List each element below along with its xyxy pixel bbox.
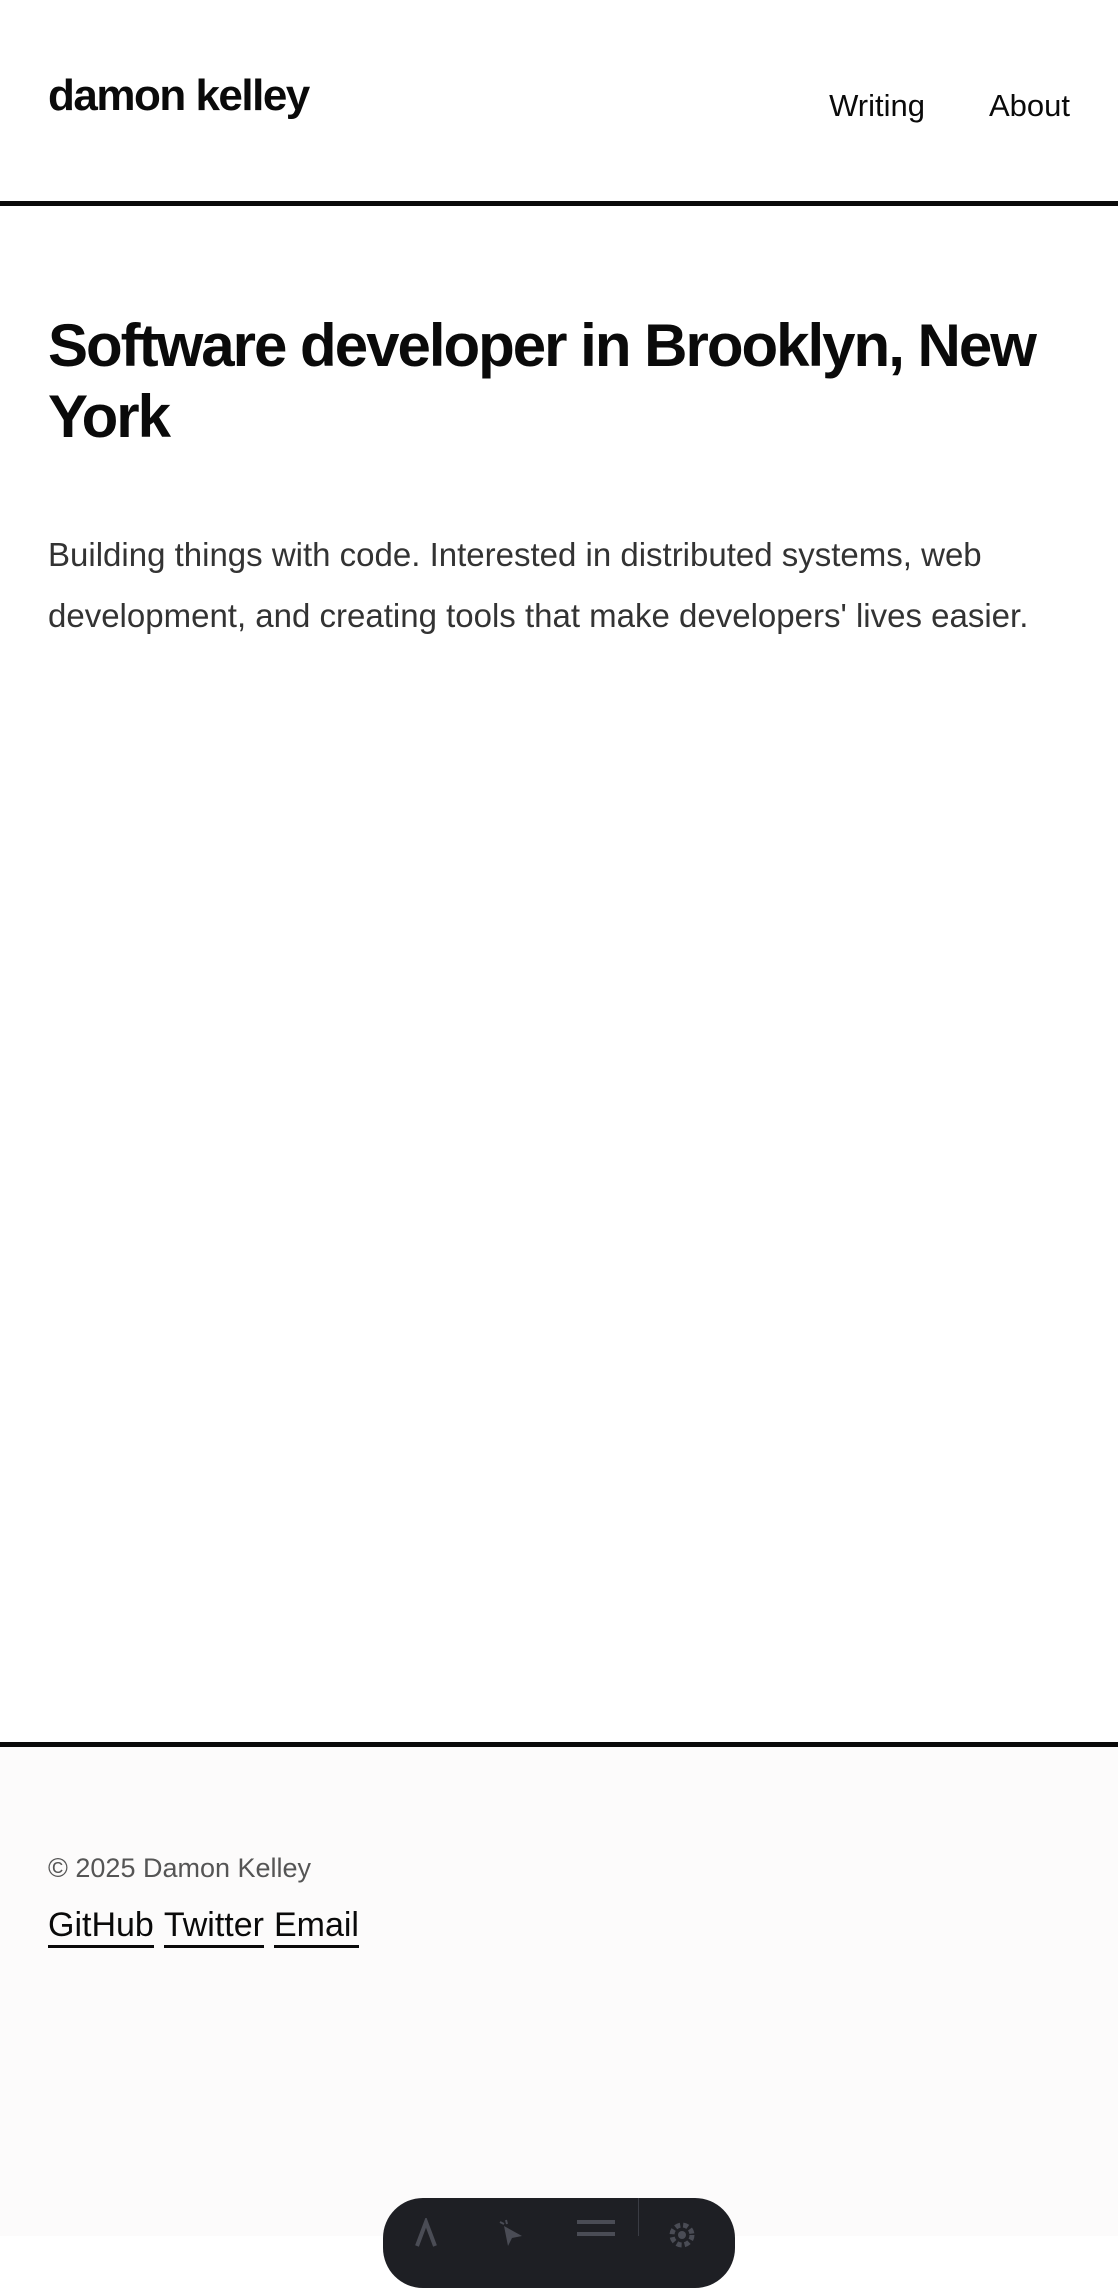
twitter-link[interactable]: Twitter bbox=[163, 1905, 264, 1948]
site-header: damon kelley Writing About bbox=[0, 0, 1118, 206]
main-nav: Writing About bbox=[829, 90, 1070, 121]
copyright-text: © 2025 Damon Kelley bbox=[48, 1853, 312, 1883]
nav-link-writing[interactable]: Writing bbox=[829, 90, 925, 121]
page-title: Software developer in Brooklyn, New York bbox=[48, 312, 1037, 450]
intro-text: Building things with code. Interested in… bbox=[48, 536, 1029, 634]
email-link[interactable]: Email bbox=[273, 1905, 359, 1948]
pointer-icon[interactable] bbox=[468, 2218, 553, 2258]
nav-link-about[interactable]: About bbox=[989, 90, 1070, 121]
menu-icon[interactable] bbox=[553, 2218, 638, 2258]
main-content: Software developer in Brooklyn, New York… bbox=[0, 310, 1118, 646]
gear-icon[interactable] bbox=[639, 2218, 724, 2258]
dev-toolbar bbox=[383, 2198, 735, 2288]
social-links: GitHub Twitter Email bbox=[48, 1905, 359, 1948]
site-footer: © 2025 Damon Kelley GitHub Twitter Email bbox=[0, 1742, 1118, 2236]
github-link[interactable]: GitHub bbox=[48, 1905, 154, 1948]
text-icon[interactable] bbox=[383, 2218, 468, 2258]
site-title[interactable]: damon kelley bbox=[48, 74, 310, 118]
